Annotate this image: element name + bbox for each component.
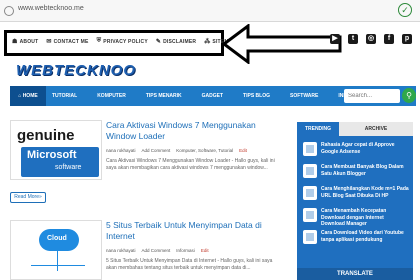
post-meta: nana rokhayati Add Comment Komputer, Sof… xyxy=(106,148,247,153)
nav-home[interactable]: ⌂ HOME xyxy=(10,86,46,106)
post-edit[interactable]: Edit xyxy=(239,148,247,153)
thumb-text: software xyxy=(55,164,82,171)
thumb-text: Cloud xyxy=(47,235,67,242)
list-item[interactable]: Cara Membuat Banyak Blog Dalam Satu Akun… xyxy=(303,164,409,184)
list-item[interactable]: Cara Download Video dari Youtube tanpa a… xyxy=(303,230,409,250)
post-thumbnail-icon xyxy=(303,208,317,222)
main-nav: ⌂ HOME TUTORIAL KOMPUTER TIPS MENARIK GA… xyxy=(10,86,416,106)
network-line xyxy=(31,265,85,266)
nav-item-tutorial[interactable]: TUTORIAL xyxy=(52,93,77,99)
nav-item-tips-menarik[interactable]: TIPS MENARIK xyxy=(146,93,182,99)
site-info-icon[interactable] xyxy=(4,6,14,16)
nav-item-komputer[interactable]: KOMPUTER xyxy=(97,93,126,99)
annotation-arrow xyxy=(222,24,342,64)
post-thumbnail-icon xyxy=(303,164,317,178)
post-thumbnail-icon xyxy=(303,186,317,200)
post-card: genuine Microsoft software Cara Aktivasi… xyxy=(10,120,290,210)
nav-item-software[interactable]: SOFTWARE xyxy=(290,93,318,99)
post-title[interactable]: Cara Aktivasi Windows 7 Menggunakan Wind… xyxy=(106,120,286,142)
top-nav-disclaimer[interactable]: ✎ DISCLAIMER xyxy=(155,38,197,46)
post-card: Cloud 5 Situs Terbaik Untuk Menyimpan Da… xyxy=(10,220,290,280)
post-thumbnail[interactable]: Cloud xyxy=(10,220,102,280)
post-author[interactable]: nana rokhayati xyxy=(106,148,136,153)
top-nav-label: ABOUT xyxy=(19,38,39,45)
trending-list: Rahasia Agar cepat di Approve Google Ads… xyxy=(303,142,409,252)
facebook-icon[interactable]: f xyxy=(384,34,394,44)
sidebar-tabs: TRENDING ARCHIVE xyxy=(297,122,413,136)
post-labels[interactable]: Informasi xyxy=(176,248,195,253)
shield-icon: ⛨ xyxy=(96,38,102,44)
translate-widget-title: TRANSLATE xyxy=(297,268,413,280)
search-icon[interactable]: ⚲ xyxy=(402,88,416,103)
post-thumbnail[interactable]: genuine Microsoft software xyxy=(10,120,102,180)
top-nav-contact[interactable]: ✉ CONTACT ME xyxy=(46,38,89,46)
nav-item-gadget[interactable]: GADGET xyxy=(202,93,223,99)
trending-title[interactable]: Cara Menambah Kecepatan Download dengan … xyxy=(321,208,409,228)
network-line xyxy=(57,251,58,271)
top-nav-label: PRIVACY POLICY xyxy=(103,38,148,45)
site-logo[interactable]: WEBTECKNOO xyxy=(16,62,136,79)
post-excerpt: 5 Situs Terbaik Untuk Menyimpan Data di … xyxy=(106,258,273,271)
list-item[interactable]: Cara Menambah Kecepatan Download dengan … xyxy=(303,208,409,228)
check-icon: ✓ xyxy=(398,3,412,17)
post-thumbnail-icon xyxy=(303,230,317,244)
trending-title[interactable]: Rahasia Agar cepat di Approve Google Ads… xyxy=(321,142,409,155)
nav-item-tips-blog[interactable]: TIPS BLOG xyxy=(243,93,270,99)
post-author[interactable]: nana rokhayati xyxy=(106,248,136,253)
browser-url-bar[interactable]: www.webtecknoo.me ✓ xyxy=(0,0,420,22)
tab-archive[interactable]: ARCHIVE xyxy=(339,122,413,136)
trending-title[interactable]: Cara Menghilangkan Kode m=1 Pada URL Blo… xyxy=(321,186,409,199)
top-nav-privacy[interactable]: ⛨ PRIVACY POLICY xyxy=(97,38,148,45)
top-nav-about[interactable]: ☗ ABOUT xyxy=(12,38,39,46)
url-text[interactable]: www.webtecknoo.me xyxy=(18,5,84,12)
post-comments[interactable]: Add Comment xyxy=(142,248,171,253)
top-nav-label: DISCLAIMER xyxy=(163,38,197,45)
trending-title[interactable]: Cara Download Video dari Youtube tanpa a… xyxy=(321,230,409,243)
instagram-icon[interactable]: ◎ xyxy=(366,34,376,44)
user-icon: ☗ xyxy=(12,39,18,45)
trending-title[interactable]: Cara Membuat Banyak Blog Dalam Satu Akun… xyxy=(321,164,409,177)
post-excerpt: Cara Aktivasi Windows 7 Menggunakan Wind… xyxy=(106,158,275,171)
search-input[interactable] xyxy=(344,89,400,103)
post-edit[interactable]: Edit xyxy=(201,248,209,253)
social-icons: ▶ t ◎ f p xyxy=(330,34,412,44)
sidebar-widget: TRENDING ARCHIVE Rahasia Agar cepat di A… xyxy=(297,122,413,280)
twitter-icon[interactable]: t xyxy=(348,34,358,44)
youtube-icon[interactable]: ▶ xyxy=(330,34,340,44)
read-more-button[interactable]: Read More» xyxy=(10,192,46,203)
post-meta: nana rokhayati Add Comment Informasi Edi… xyxy=(106,248,209,253)
wrench-icon: ✎ xyxy=(155,39,162,45)
sitemap-icon: ⁂ xyxy=(204,39,211,45)
thumb-text: genuine xyxy=(17,127,75,144)
list-item[interactable]: Cara Menghilangkan Kode m=1 Pada URL Blo… xyxy=(303,186,409,206)
post-labels[interactable]: Komputer, Software, Tutorial xyxy=(176,148,233,153)
post-title[interactable]: 5 Situs Terbaik Untuk Menyimpan Data di … xyxy=(106,220,286,242)
thumb-badge: Microsoft software xyxy=(21,147,99,177)
envelope-icon: ✉ xyxy=(46,39,52,45)
top-nav: ☗ ABOUT ✉ CONTACT ME ⛨ PRIVACY POLICY ✎ … xyxy=(12,38,236,45)
list-item[interactable]: Rahasia Agar cepat di Approve Google Ads… xyxy=(303,142,409,162)
top-nav-label: CONTACT ME xyxy=(53,38,89,45)
pinterest-icon[interactable]: p xyxy=(402,34,412,44)
thumb-text: Microsoft xyxy=(27,149,77,161)
post-thumbnail-icon xyxy=(303,142,317,156)
post-comments[interactable]: Add Comment xyxy=(142,148,171,153)
tab-trending[interactable]: TRENDING xyxy=(297,122,339,136)
